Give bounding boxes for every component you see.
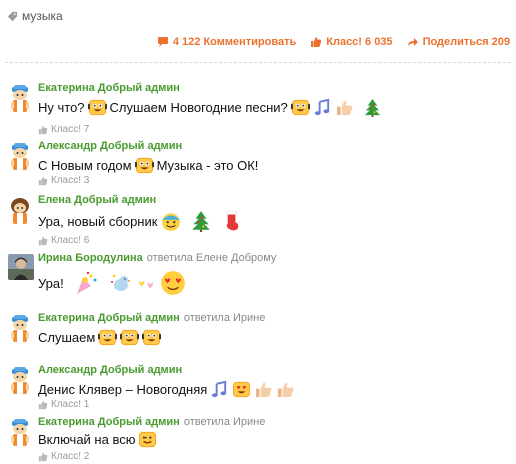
christmas-tree-emoji-icon bbox=[363, 98, 382, 117]
comment-like-label: Класс! 2 bbox=[51, 451, 90, 462]
comment-text-part: Слушаем bbox=[38, 329, 96, 345]
comment-text-part: Ура! bbox=[38, 275, 64, 291]
reply-to-label[interactable]: ответила Ирине bbox=[184, 416, 266, 428]
comment: Елена Добрый админ Ура, новый сборник Кл… bbox=[0, 194, 516, 250]
comment-text: Ура! bbox=[38, 266, 187, 300]
share-arrow-icon bbox=[407, 38, 418, 46]
comment-text: С Новым годом Музыка - это ОК! bbox=[38, 154, 258, 176]
ok-face-emoji-icon bbox=[98, 328, 117, 347]
comment-like-button[interactable]: Класс! 3 bbox=[38, 175, 89, 186]
comment: Александр Добрый админ Денис Клявер – Но… bbox=[0, 364, 516, 414]
reply-to-label[interactable]: ответила Елене Доброму bbox=[147, 252, 277, 264]
thumbs-up-icon bbox=[38, 400, 48, 410]
thumbs-up-icon bbox=[38, 452, 48, 462]
ok-face-emoji-icon bbox=[120, 328, 139, 347]
music-note-emoji-icon bbox=[313, 98, 332, 117]
thumbs-up-icon bbox=[311, 37, 322, 47]
tag-icon bbox=[7, 11, 18, 21]
comment-text-part: С Новым годом bbox=[38, 157, 132, 173]
comment-header: Екатерина Добрый админ ответила Ирине bbox=[38, 416, 265, 428]
comment-like-label: Класс! 3 bbox=[51, 175, 90, 186]
ok-face-emoji-icon bbox=[88, 98, 107, 117]
share-button[interactable]: Поделиться 209 bbox=[407, 36, 510, 48]
comment-author[interactable]: Ирина Бородулина bbox=[38, 252, 143, 264]
comment-text-part: Включай на всю bbox=[38, 431, 136, 447]
comment: Екатерина Добрый админ Ну что? Слушаем Н… bbox=[0, 82, 516, 136]
comment-like-button[interactable]: Класс! 7 bbox=[38, 124, 89, 135]
comment-like-label: Класс! 6 bbox=[51, 235, 90, 246]
thumbs-up-emoji-icon bbox=[335, 98, 354, 117]
comment-icon bbox=[157, 37, 168, 47]
comment-header: Елена Добрый админ bbox=[38, 194, 156, 206]
comment-like-label: Класс! 7 bbox=[51, 124, 90, 135]
comment-text: Денис Клявер – Новогодняя bbox=[38, 378, 295, 400]
comment: Александр Добрый админ С Новым годом Муз… bbox=[0, 140, 516, 190]
comment-text: Ура, новый сборник bbox=[38, 207, 242, 235]
thumbs-up-icon bbox=[38, 176, 48, 186]
ok-face-emoji-icon bbox=[291, 98, 310, 117]
divider bbox=[5, 62, 511, 63]
comment: Ирина Бородулина ответила Елене Доброму У… bbox=[0, 252, 516, 304]
admin-avatar[interactable] bbox=[8, 418, 32, 448]
admin-avatar[interactable] bbox=[8, 314, 32, 344]
comment-text-part: Ура, новый сборник bbox=[38, 213, 158, 229]
post-actions: 4 122 Комментировать Класс! 6 035 Подели… bbox=[157, 36, 510, 48]
music-note-emoji-icon bbox=[210, 380, 229, 399]
comment-text: Включай на всю bbox=[38, 428, 157, 450]
ok-face-emoji-icon bbox=[142, 328, 161, 347]
comment-like-button[interactable]: Класс! 1 bbox=[38, 399, 89, 410]
comment-text-part: Слушаем Новогодние песни? bbox=[109, 99, 288, 115]
comment-header: Екатерина Добрый админ ответила Ирине bbox=[38, 312, 265, 324]
like-button[interactable]: Класс! 6 035 bbox=[310, 36, 393, 48]
snow-smile-emoji-icon bbox=[160, 210, 182, 232]
thumbs-up-emoji-icon bbox=[254, 380, 273, 399]
comment-header: Ирина Бородулина ответила Елене Доброму bbox=[38, 252, 276, 264]
comment-author[interactable]: Александр Добрый админ bbox=[38, 140, 182, 152]
hearts-emoji-icon bbox=[137, 274, 156, 293]
comment-button[interactable]: 4 122 Комментировать bbox=[157, 36, 296, 48]
comment-header: Екатерина Добрый админ bbox=[38, 82, 180, 94]
comment-text-part: Музыка - это ОК! bbox=[156, 157, 259, 173]
comment-text-part: Денис Клявер – Новогодняя bbox=[38, 381, 208, 397]
thumbs-up-icon bbox=[38, 125, 48, 135]
comment-button-label: 4 122 Комментировать bbox=[172, 36, 297, 48]
tag-label: музыка bbox=[22, 9, 63, 23]
comment-author[interactable]: Александр Добрый админ bbox=[38, 364, 182, 376]
admin-avatar-girl[interactable] bbox=[8, 196, 32, 226]
share-button-label: Поделиться 209 bbox=[422, 36, 510, 48]
comment-author[interactable]: Екатерина Добрый админ bbox=[38, 416, 180, 428]
comment-text: Слушаем bbox=[38, 326, 161, 348]
christmas-stocking-emoji-icon bbox=[220, 210, 242, 232]
comment-author[interactable]: Екатерина Добрый админ bbox=[38, 312, 180, 324]
wink-ok-emoji-icon bbox=[138, 430, 157, 449]
comment-text-part: Ну что? bbox=[38, 99, 85, 115]
christmas-tree-emoji-icon bbox=[190, 210, 212, 232]
user-photo-avatar[interactable] bbox=[8, 254, 34, 280]
like-button-label: Класс! 6 035 bbox=[326, 36, 393, 48]
admin-avatar[interactable] bbox=[8, 366, 32, 396]
comment-header: Александр Добрый админ bbox=[38, 364, 182, 376]
admin-avatar[interactable] bbox=[8, 84, 32, 114]
comment: Екатерина Добрый админ ответила Ирине Вкл… bbox=[0, 416, 516, 464]
heart-eyes-ok-emoji-icon bbox=[232, 380, 251, 399]
comment-like-button[interactable]: Класс! 2 bbox=[38, 451, 89, 462]
comment-author[interactable]: Екатерина Добрый админ bbox=[38, 82, 180, 94]
tag-row[interactable]: музыка bbox=[7, 8, 63, 24]
comment-text: Ну что? Слушаем Новогодние песни? bbox=[38, 96, 382, 118]
ok-face-emoji-icon bbox=[135, 156, 154, 175]
heart-eyes-emoji-icon bbox=[159, 269, 187, 297]
thumbs-up-emoji-icon bbox=[276, 380, 295, 399]
comment-like-label: Класс! 1 bbox=[51, 399, 90, 410]
festive-bird-emoji-icon bbox=[108, 270, 134, 296]
admin-avatar[interactable] bbox=[8, 142, 32, 172]
reply-to-label[interactable]: ответила Ирине bbox=[184, 312, 266, 324]
comment: Екатерина Добрый админ ответила Ирине Слу… bbox=[0, 312, 516, 358]
party-popper-emoji-icon bbox=[73, 270, 99, 296]
thumbs-up-icon bbox=[38, 236, 48, 246]
comment-like-button[interactable]: Класс! 6 bbox=[38, 235, 89, 246]
comment-header: Александр Добрый админ bbox=[38, 140, 182, 152]
comment-author[interactable]: Елена Добрый админ bbox=[38, 194, 156, 206]
